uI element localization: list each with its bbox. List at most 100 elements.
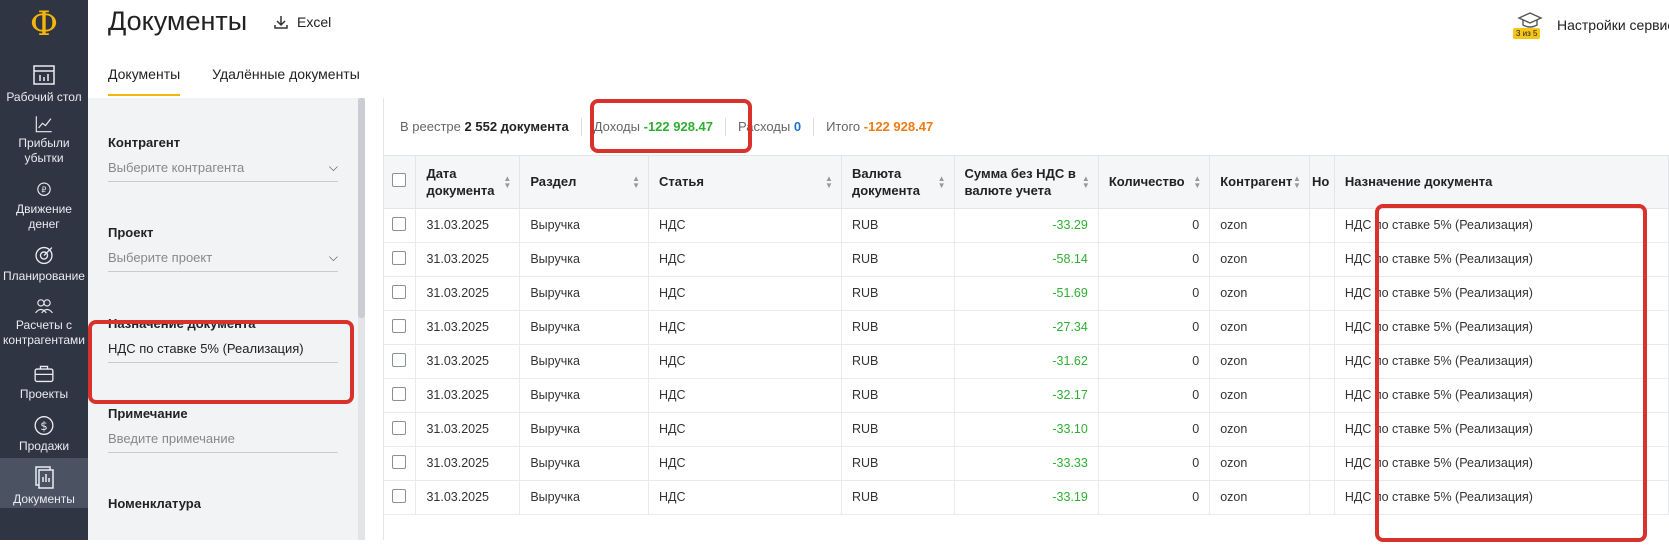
row-checkbox[interactable] <box>392 386 406 401</box>
nav-item-profit-loss[interactable]: Прибыли убытки <box>0 114 88 166</box>
col-counterparty[interactable]: Контрагент ▲ ▼ <box>1209 156 1310 209</box>
row-checkbox[interactable] <box>392 250 406 265</box>
cell-quantity: 0 <box>1098 208 1211 243</box>
cell-currency: RUB <box>841 242 955 277</box>
cell-section: Выручка <box>519 412 649 447</box>
cell-sum: -33.29 <box>954 208 1099 243</box>
select-placeholder: Выберите контрагента <box>108 160 245 175</box>
cell-sum: -58.14 <box>954 242 1099 277</box>
cell-quantity: 0 <box>1098 412 1211 447</box>
excel-label: Excel <box>297 14 332 30</box>
col-sum[interactable]: Сумма без НДС в валюте учета ▲ ▼ <box>954 156 1099 209</box>
sort-icon[interactable]: ▲ ▼ <box>825 174 833 189</box>
nav-item-dashboard[interactable]: Рабочий стол <box>0 62 88 108</box>
total-label: Итого <box>826 119 861 134</box>
cell-article: НДС <box>648 208 842 243</box>
nav-label: Прибыли <box>18 136 70 150</box>
nav-item-settlements[interactable]: Расчеты с контрагентами <box>0 296 88 348</box>
filter-purpose: Назначение документа НДС по ставке 5% (Р… <box>108 316 338 363</box>
sort-icon[interactable]: ▲ ▼ <box>632 174 640 189</box>
table-row[interactable]: 31.03.2025 Выручка НДС RUB -33.29 0 ozon НДС по… <box>384 208 1669 243</box>
grand-total: Итого -122 928.47 <box>826 119 933 134</box>
col-date[interactable]: Дата документа ▲ ▼ <box>415 156 521 209</box>
cell-quantity: 0 <box>1098 480 1211 515</box>
nav-item-planning[interactable]: Планирование <box>0 244 88 284</box>
row-checkbox[interactable] <box>392 352 406 367</box>
cell-currency: RUB <box>841 208 955 243</box>
row-checkbox[interactable] <box>392 216 406 231</box>
expense-total: Расходы 0 <box>738 119 801 134</box>
tab-documents[interactable]: Документы <box>108 66 181 96</box>
project-select[interactable]: Выберите проект ⌵ <box>108 250 338 272</box>
select-all-checkbox[interactable] <box>392 173 406 188</box>
col-article[interactable]: Статья ▲ ▼ <box>648 156 842 209</box>
cell-counterparty: ozon <box>1209 446 1310 481</box>
registry-prefix: В реестре <box>400 119 461 134</box>
table-row[interactable]: 31.03.2025 Выручка НДС RUB -27.34 0 ozon НДС по… <box>384 310 1669 345</box>
sort-icon[interactable]: ▲ ▼ <box>1193 174 1201 189</box>
sort-icon[interactable]: ▲ ▼ <box>938 174 946 189</box>
nav-item-projects[interactable]: Проекты <box>0 362 88 402</box>
cell-purpose: НДС по ставке 5% (Реализация) <box>1334 480 1669 515</box>
nav-item-cash-flow[interactable]: ₽ Движение денег <box>0 180 88 232</box>
col-purpose[interactable]: Назначение документа <box>1334 156 1669 209</box>
filter-label: Проект <box>108 225 154 240</box>
table-row[interactable]: 31.03.2025 Выручка НДС RUB -33.10 0 ozon НДС по… <box>384 412 1669 447</box>
cell-number <box>1309 378 1335 413</box>
briefcase-icon <box>34 365 54 383</box>
row-checkbox[interactable] <box>392 488 406 503</box>
cell-select <box>384 412 417 447</box>
cell-section: Выручка <box>519 276 649 311</box>
table-row[interactable]: 31.03.2025 Выручка НДС RUB -58.14 0 ozon НДС по… <box>384 242 1669 277</box>
cell-sum: -33.19 <box>954 480 1099 515</box>
select-all-cell <box>384 156 417 209</box>
service-settings-button[interactable]: 3 из 5 Настройки сервиса <box>1513 10 1669 40</box>
note-input[interactable]: Введите примечание <box>108 431 338 453</box>
scrollbar-thumb[interactable] <box>358 98 365 318</box>
cell-select <box>384 242 417 277</box>
cell-number <box>1309 344 1335 379</box>
cell-counterparty: ozon <box>1209 208 1310 243</box>
table-row[interactable]: 31.03.2025 Выручка НДС RUB -51.69 0 ozon НДС по… <box>384 276 1669 311</box>
filter-panel: Контрагент Выберите контрагента ⌵ Проект… <box>88 98 365 540</box>
nav-item-documents[interactable]: Документы <box>0 458 88 508</box>
cell-currency: RUB <box>841 412 955 447</box>
nav-label: контрагентами <box>3 333 85 347</box>
col-section[interactable]: Раздел ▲ ▼ <box>519 156 649 209</box>
col-currency-line2: документа <box>851 182 921 198</box>
cell-section: Выручка <box>519 242 649 277</box>
sort-icon[interactable]: ▲ ▼ <box>1293 174 1301 189</box>
col-purpose-label: Назначение документа <box>1344 174 1493 190</box>
excel-export-button[interactable]: Excel <box>273 14 331 30</box>
download-icon <box>274 16 288 29</box>
counterparty-select[interactable]: Выберите контрагента ⌵ <box>108 160 338 182</box>
sort-icon[interactable]: ▲ ▼ <box>503 174 511 189</box>
row-checkbox[interactable] <box>392 284 406 299</box>
col-qty-label: Количество <box>1108 174 1185 190</box>
col-quantity[interactable]: Количество ▲ ▼ <box>1098 156 1211 209</box>
row-checkbox[interactable] <box>392 420 406 435</box>
cell-section: Выручка <box>519 480 649 515</box>
documents-icon <box>35 466 54 489</box>
cell-quantity: 0 <box>1098 378 1211 413</box>
tab-deleted-documents[interactable]: Удалённые документы <box>212 66 360 96</box>
tabs: Документы Удалённые документы <box>108 66 360 96</box>
col-number[interactable]: Но <box>1309 156 1335 209</box>
table-row[interactable]: 31.03.2025 Выручка НДС RUB -32.17 0 ozon НДС по… <box>384 378 1669 413</box>
table-row[interactable]: 31.03.2025 Выручка НДС RUB -31.62 0 ozon НДС по… <box>384 344 1669 379</box>
cell-quantity: 0 <box>1098 446 1211 481</box>
cell-currency: RUB <box>841 378 955 413</box>
table-row[interactable]: 31.03.2025 Выручка НДС RUB -33.33 0 ozon НДС по… <box>384 446 1669 481</box>
income-value: -122 928.47 <box>643 119 714 134</box>
table-row[interactable]: 31.03.2025 Выручка НДС RUB -33.19 0 ozon НДС по… <box>384 480 1669 515</box>
row-checkbox[interactable] <box>392 454 406 469</box>
cell-select <box>384 344 417 379</box>
app-logo[interactable]: Ф <box>0 0 88 48</box>
col-currency[interactable]: Валюта документа ▲ ▼ <box>841 156 955 209</box>
row-checkbox[interactable] <box>392 318 406 333</box>
purpose-field[interactable]: НДС по ставке 5% (Реализация) <box>108 341 338 363</box>
sidebar-nav: Ф Рабочий стол Прибыли убытки ₽ Движение… <box>0 0 88 540</box>
cell-article: НДС <box>648 446 842 481</box>
sort-icon[interactable]: ▲ ▼ <box>1082 174 1090 189</box>
nav-item-sales[interactable]: $ Продажи <box>0 414 88 454</box>
